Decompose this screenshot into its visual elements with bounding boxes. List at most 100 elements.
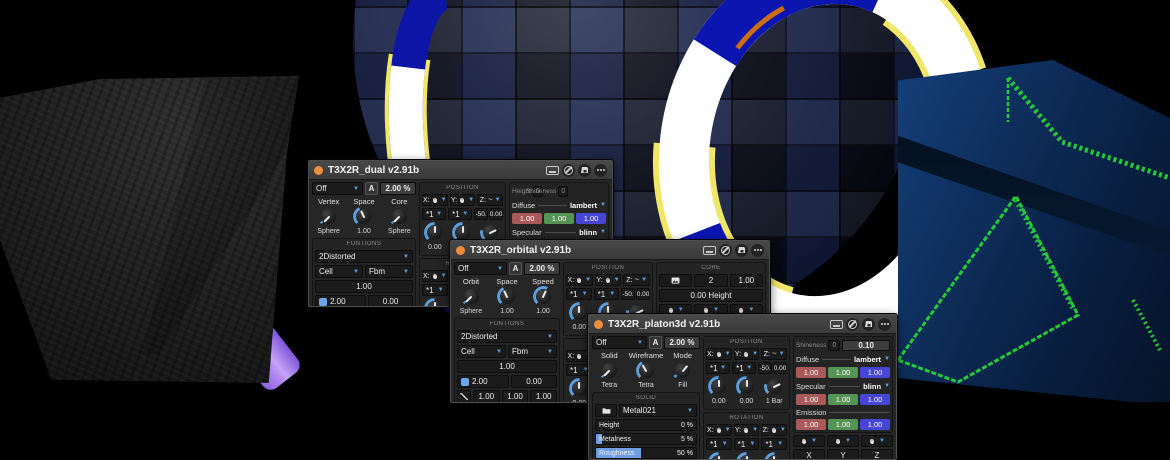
rgb-field[interactable]: 1.00: [860, 419, 890, 430]
device-led[interactable]: [594, 320, 603, 329]
mult-dropdown[interactable]: *1▼: [706, 362, 730, 374]
hotswap-icon[interactable]: [719, 244, 732, 257]
automation-button[interactable]: A: [365, 182, 378, 195]
position-knob[interactable]: 0.00: [734, 376, 760, 407]
axis-button[interactable]: Y: [827, 449, 859, 460]
mult-dropdown[interactable]: *1▼: [448, 208, 472, 220]
keyboard-icon[interactable]: [830, 320, 843, 329]
rgb-field[interactable]: 1.00: [544, 213, 574, 224]
specular-dropdown[interactable]: blinn: [579, 228, 597, 237]
mult-dropdown[interactable]: *1▼: [422, 208, 446, 220]
mult-dropdown[interactable]: *1▼: [706, 438, 732, 450]
range-min-field[interactable]: -50.: [621, 288, 635, 300]
rgb-field[interactable]: 1.00: [512, 213, 542, 224]
range-max-field[interactable]: 0.00: [489, 208, 503, 220]
automation-button[interactable]: A: [649, 336, 662, 349]
device-led[interactable]: [314, 166, 323, 175]
axis-map-button[interactable]: Y: ~ ▼: [734, 424, 760, 436]
value-field[interactable]: 1.00: [473, 390, 500, 403]
value-field[interactable]: 1.00: [530, 390, 557, 403]
curve-button[interactable]: [457, 390, 471, 403]
generator-b-dropdown[interactable]: Fbm▼: [508, 345, 557, 358]
hand-map-button[interactable]: ▼: [827, 435, 859, 447]
count-field[interactable]: 2: [694, 274, 727, 287]
preset-dropdown[interactable]: 2Distorted▼: [457, 330, 557, 343]
axis-map-button[interactable]: Y: ~ ▼: [734, 348, 760, 360]
generator-b-dropdown[interactable]: Fbm▼: [365, 265, 413, 278]
power-dropdown[interactable]: Off▼: [454, 262, 507, 275]
main-knob[interactable]: Vertex Sphere: [312, 197, 345, 236]
rgb-field[interactable]: 1.00: [796, 394, 826, 405]
range-max-field[interactable]: 0.00: [636, 288, 650, 300]
rgb-field[interactable]: 1.00: [796, 419, 826, 430]
texture-slider[interactable]: Metalness 5 %: [595, 433, 697, 445]
mult-dropdown[interactable]: *1▼: [566, 288, 592, 300]
mult-dropdown[interactable]: *1▼: [422, 284, 448, 296]
texture-dropdown[interactable]: Metal021▼: [619, 404, 697, 417]
diffuse-dropdown[interactable]: lambert: [854, 355, 881, 364]
position-knob[interactable]: 0.00: [422, 222, 448, 253]
color-swatch[interactable]: [461, 378, 469, 386]
color-amount-field[interactable]: 2.00: [315, 295, 366, 307]
position-knob[interactable]: 1 Bar: [761, 376, 787, 407]
texture-slider[interactable]: Height 0 %: [595, 419, 697, 431]
shineness-value-field[interactable]: 0.10: [842, 340, 890, 351]
save-icon[interactable]: [578, 164, 591, 177]
main-knob[interactable]: Speed 1.00: [526, 277, 560, 316]
axis-button[interactable]: Z: [861, 449, 893, 460]
main-knob[interactable]: Wireframe Tetra: [629, 351, 664, 390]
power-dropdown[interactable]: Off▼: [312, 182, 363, 195]
texture-slider[interactable]: Roughness 50 %: [595, 447, 697, 459]
rotation-knob[interactable]: 0.00: [422, 298, 448, 307]
range-min-field[interactable]: -50.: [758, 362, 772, 374]
rgb-field[interactable]: 1.00: [828, 367, 858, 378]
height-field[interactable]: 0.00 Height: [659, 289, 763, 302]
generator-a-dropdown[interactable]: Cell▼: [315, 265, 363, 278]
device-led[interactable]: [456, 246, 465, 255]
main-knob[interactable]: Core Sphere: [383, 197, 416, 236]
num-field[interactable]: 0: [558, 186, 568, 197]
more-icon[interactable]: [878, 318, 891, 331]
offset-field[interactable]: 0.00: [368, 295, 413, 307]
folder-button[interactable]: [595, 404, 617, 417]
axis-map-button[interactable]: Z: ~ ▼: [623, 274, 650, 286]
generator-a-dropdown[interactable]: Cell▼: [457, 345, 506, 358]
rotation-knob[interactable]: 0.00: [761, 452, 787, 460]
mult-dropdown[interactable]: *1▼: [761, 438, 787, 450]
hand-map-button[interactable]: ▼: [861, 435, 893, 447]
axis-map-button[interactable]: X: ~ ▼: [706, 424, 732, 436]
color-amount-field[interactable]: 2.00: [457, 375, 509, 388]
range-min-field[interactable]: -50.: [474, 208, 488, 220]
more-icon[interactable]: [594, 164, 607, 177]
more-icon[interactable]: [751, 244, 764, 257]
axis-map-button[interactable]: X: ~ ▼: [566, 274, 593, 286]
preset-dropdown[interactable]: 2Distorted▼: [315, 250, 413, 263]
main-knob[interactable]: Space 1.00: [347, 197, 380, 236]
hotswap-icon[interactable]: [562, 164, 575, 177]
value-field[interactable]: 1.00: [502, 390, 529, 403]
mult-dropdown[interactable]: *1▼: [734, 438, 760, 450]
main-knob[interactable]: Orbit Sphere: [454, 277, 488, 316]
mult-dropdown[interactable]: *1▼: [594, 288, 620, 300]
color-swatch[interactable]: [319, 298, 327, 306]
hand-map-button[interactable]: ▼: [793, 435, 825, 447]
diffuse-dropdown[interactable]: lambert: [570, 201, 597, 210]
mult-dropdown[interactable]: *1▼: [732, 362, 756, 374]
offset-field[interactable]: 0.00: [511, 375, 557, 388]
amount-field[interactable]: 2.00 %: [380, 182, 416, 195]
axis-map-button[interactable]: Z: ~ ▼: [761, 348, 787, 360]
axis-map-button[interactable]: X: ~ ▼: [706, 348, 732, 360]
axis-map-button[interactable]: X: ~ ▼: [422, 194, 448, 206]
rotation-knob[interactable]: 0.00: [706, 452, 732, 460]
range-max-field[interactable]: 0.00: [773, 362, 787, 374]
amount-field[interactable]: 2.00 %: [524, 262, 560, 275]
scale-field[interactable]: 1.00: [730, 274, 763, 287]
power-dropdown[interactable]: Off▼: [592, 336, 647, 349]
specular-dropdown[interactable]: blinn: [863, 382, 881, 391]
rotation-knob[interactable]: 0.00: [734, 452, 760, 460]
rgb-field[interactable]: 1.00: [576, 213, 606, 224]
automation-button[interactable]: A: [509, 262, 522, 275]
axis-map-button[interactable]: X: ~ ▼: [422, 270, 448, 282]
axis-button[interactable]: X: [793, 449, 825, 460]
axis-map-button[interactable]: Z: ~ ▼: [477, 194, 503, 206]
